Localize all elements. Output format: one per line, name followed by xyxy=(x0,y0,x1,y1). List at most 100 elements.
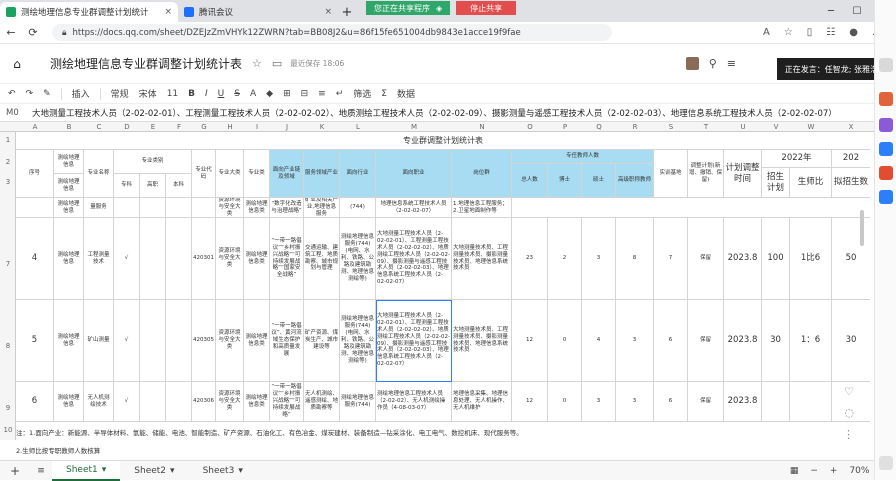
column-header[interactable]: U xyxy=(724,122,762,132)
header-teachers[interactable]: 专任教师人数 xyxy=(512,150,654,164)
browser-tab-meeting[interactable]: 腾讯会议 × xyxy=(178,2,338,22)
italic-icon[interactable]: I xyxy=(205,89,208,99)
header-total[interactable]: 总人数 xyxy=(512,164,548,198)
table-cell[interactable]: 资源环境与安全大类 xyxy=(216,198,244,218)
table-cell[interactable] xyxy=(140,300,166,382)
table-cell[interactable] xyxy=(166,300,192,382)
table-cell[interactable]: “一带一路倡议”“乡村振兴战略”“可持续发展战略” xyxy=(270,382,304,422)
doc-title[interactable]: 测绘地理信息专业群调整计划统计表 xyxy=(50,55,242,72)
row-header[interactable]: 1 xyxy=(0,136,16,144)
table-cell[interactable]: 30 xyxy=(762,300,790,382)
sheet-list-icon[interactable]: ≡ xyxy=(30,466,52,476)
table-cell[interactable]: 矿产资源、煤炭生产、城市建设等 xyxy=(304,300,340,382)
header-code[interactable]: 专业代码 xyxy=(192,150,216,198)
refresh-icon[interactable]: ⟳ xyxy=(22,26,44,39)
row-header[interactable]: 9 xyxy=(0,404,16,412)
header-senior[interactable]: 高级职称教师 xyxy=(616,164,654,198)
table-cell[interactable]: 3 xyxy=(582,218,616,300)
favorite-icon[interactable]: ☆ xyxy=(784,27,793,38)
header-phd[interactable]: 博士 xyxy=(548,164,582,198)
table-cell[interactable]: 2023.8 xyxy=(724,300,762,382)
header-plan-enroll[interactable]: 拟招生数 xyxy=(832,168,870,198)
table-cell[interactable] xyxy=(790,382,832,422)
header-course[interactable]: 专业大类 xyxy=(216,150,244,198)
table-cell[interactable]: √ xyxy=(114,218,140,300)
column-header[interactable]: Q xyxy=(582,122,616,132)
table-cell[interactable]: 7 xyxy=(654,218,688,300)
table-cell[interactable]: 12 xyxy=(512,382,548,422)
maximize-icon[interactable]: ☐ xyxy=(844,0,870,22)
row-header[interactable]: 10 xyxy=(0,426,16,434)
table-title[interactable]: 专业群调整计划统计表 xyxy=(16,132,870,150)
bold-icon[interactable]: B xyxy=(188,89,195,99)
filter-button[interactable]: 筛选 xyxy=(353,87,371,100)
number-format-select[interactable]: 常规 xyxy=(111,87,129,100)
table-cell[interactable] xyxy=(192,198,216,218)
table-cell[interactable]: 8 xyxy=(616,218,654,300)
column-header[interactable]: H xyxy=(216,122,244,132)
star-icon[interactable]: ☆ xyxy=(252,57,262,70)
header-cat2[interactable]: 高职 xyxy=(140,174,166,198)
more-icon[interactable]: ⋮ xyxy=(843,428,854,441)
collections-icon[interactable]: ☷ xyxy=(826,27,835,38)
column-header[interactable]: T xyxy=(688,122,724,132)
sum-icon[interactable]: Σ xyxy=(381,89,387,99)
profile-icon[interactable]: ● xyxy=(849,27,858,38)
table-cell[interactable] xyxy=(166,382,192,422)
header-seq[interactable]: 序号 xyxy=(16,150,54,198)
merge-icon[interactable]: ⊟ xyxy=(301,89,309,99)
heart-icon[interactable]: ♡ xyxy=(844,385,854,398)
table-cell[interactable]: 0 xyxy=(548,382,582,422)
back-icon[interactable]: ← xyxy=(0,26,22,39)
column-header[interactable]: L xyxy=(340,122,376,132)
table-cell[interactable]: 3 xyxy=(582,382,616,422)
table-cell[interactable]: 无人机测绘技术 xyxy=(84,382,114,422)
table-cell[interactable]: 2 xyxy=(548,218,582,300)
tab-sheet3[interactable]: Sheet3 ▾ xyxy=(189,461,257,481)
table-cell[interactable]: 1比6 xyxy=(790,218,832,300)
zoom-out-icon[interactable]: − xyxy=(810,466,818,476)
undo-icon[interactable]: ↶ xyxy=(8,89,16,99)
table-cell[interactable]: 测绘地理信息 xyxy=(54,300,84,382)
table-cell[interactable]: 50 xyxy=(832,218,870,300)
minimize-icon[interactable]: ─ xyxy=(818,0,844,22)
send-icon[interactable] xyxy=(879,190,893,204)
grid-view-icon[interactable]: ▦ xyxy=(790,466,799,476)
table-cell[interactable]: 420306 xyxy=(192,382,216,422)
table-cell[interactable]: 资源环境与安全大类 xyxy=(216,300,244,382)
table-cell[interactable]: 地理信息系统工程技术人员（2-02-02-07） xyxy=(376,198,452,218)
column-header[interactable]: O xyxy=(512,122,548,132)
note-ratio[interactable]: 2.生师比按专职教师人数核算 xyxy=(16,445,100,455)
home-icon[interactable]: ⌂ xyxy=(4,57,30,71)
tab-sheet2[interactable]: Sheet2 ▾ xyxy=(120,461,188,481)
table-cell[interactable] xyxy=(114,198,140,218)
header-major-name[interactable]: 专业名称 xyxy=(84,150,114,198)
table-cell[interactable]: 2023.8 xyxy=(724,382,762,422)
outlook-icon[interactable] xyxy=(879,142,893,156)
table-cell[interactable]: 大地测量技术员、工程测量技术员、摄影测量技术员、地理信息系统技术员 xyxy=(452,300,512,382)
column-header[interactable]: G xyxy=(192,122,216,132)
tab-sheet1[interactable]: Sheet1 ▾ xyxy=(52,460,121,481)
settings-icon[interactable] xyxy=(879,456,893,470)
table-cell[interactable] xyxy=(140,218,166,300)
table-cell[interactable]: 6 xyxy=(654,300,688,382)
table-cell[interactable]: 测绘地理信息服务(744) xyxy=(340,382,376,422)
table-cell[interactable]: 测绘地理信息服务(744)(电网、水利、铁路、公路及建筑勘测、地理信息测绘等) xyxy=(340,218,376,300)
table-cell[interactable]: 保留 xyxy=(688,218,724,300)
table-cell[interactable]: 测绘地理信息服务(744)(电网、水利、铁路、公路及建筑勘测、地理信息测绘等) xyxy=(340,300,376,382)
table-cell[interactable]: 420305 xyxy=(192,300,216,382)
data-button[interactable]: 数据 xyxy=(397,87,415,100)
strikethrough-icon[interactable]: S xyxy=(234,89,240,99)
table-cell-seq[interactable]: 5 xyxy=(16,300,54,382)
menu-icon[interactable]: ≡ xyxy=(727,57,736,70)
wrap-icon[interactable]: ↵ xyxy=(336,89,344,99)
tools-icon[interactable] xyxy=(879,92,893,106)
table-cell[interactable] xyxy=(140,382,166,422)
table-cell[interactable]: 6 xyxy=(654,382,688,422)
read-aloud-icon[interactable]: A xyxy=(763,27,770,38)
table-cell[interactable]: 420301 xyxy=(192,218,216,300)
search-icon[interactable]: ⚲ xyxy=(709,57,717,70)
underline-icon[interactable]: U xyxy=(218,89,225,99)
row-header[interactable]: 8 xyxy=(0,342,16,350)
add-sheet-icon[interactable]: + xyxy=(0,464,30,478)
